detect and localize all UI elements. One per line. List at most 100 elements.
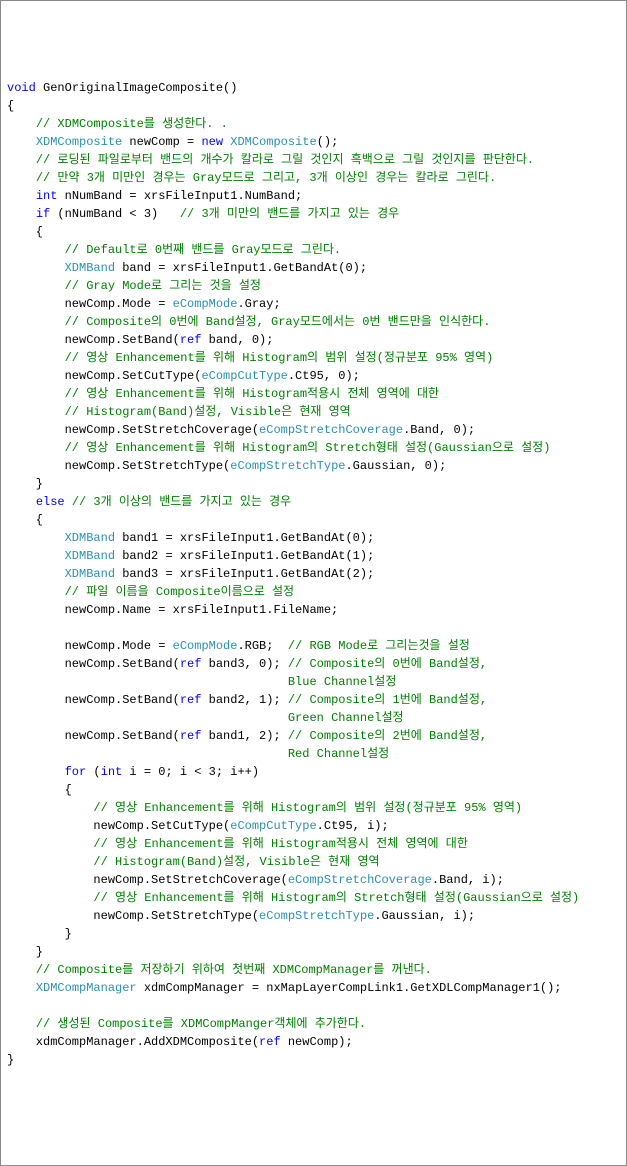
code-token: newComp.SetBand(: [7, 729, 180, 743]
code-token: newComp.Mode =: [7, 639, 173, 653]
code-token: [7, 117, 36, 131]
code-token: }: [7, 927, 72, 941]
code-token: [7, 495, 36, 509]
code-line: int nNumBand = xrsFileInput1.NumBand;: [7, 187, 620, 205]
code-token: newComp.SetStretchType(: [7, 909, 259, 923]
code-token: // 3개 미만의 밴드를 가지고 있는 경우: [180, 207, 399, 221]
code-token: // Default로 0번째 밴드를 Gray모드로 그린다.: [65, 243, 342, 257]
code-token: band3 = xrsFileInput1.GetBandAt(2);: [115, 567, 374, 581]
code-token: [7, 747, 288, 761]
code-token: (: [86, 765, 100, 779]
code-line: {: [7, 97, 620, 115]
code-token: [7, 171, 36, 185]
code-token: // 영상 Enhancement를 위해 Histogram의 범위 설정(정…: [65, 351, 494, 365]
code-line: // 영상 Enhancement를 위해 Histogram의 범위 설정(정…: [7, 799, 620, 817]
code-line: }: [7, 925, 620, 943]
code-token: eCompMode: [173, 297, 238, 311]
code-line: void GenOriginalImageComposite(): [7, 79, 620, 97]
code-token: band, 0);: [201, 333, 273, 347]
code-token: [65, 495, 72, 509]
code-token: eCompCutType: [201, 369, 287, 383]
code-token: band2, 1);: [201, 693, 287, 707]
code-token: }: [7, 1053, 14, 1067]
code-token: .Ct95, i);: [317, 819, 389, 833]
code-line: // Gray Mode로 그리는 것을 설정: [7, 277, 620, 295]
code-line: // 생성된 Composite를 XDMCompManger객체에 추가한다.: [7, 1015, 620, 1033]
code-line: if (nNumBand < 3) // 3개 미만의 밴드를 가지고 있는 경…: [7, 205, 620, 223]
code-token: newComp.SetStretchCoverage(: [7, 873, 288, 887]
code-token: // XDMComposite를 생성한다. .: [36, 117, 228, 131]
code-token: XDMComposite: [230, 135, 316, 149]
code-token: (nNumBand < 3): [50, 207, 180, 221]
code-line: XDMComposite newComp = new XDMComposite(…: [7, 133, 620, 151]
code-token: XDMBand: [65, 549, 115, 563]
code-line: newComp.SetStretchCoverage(eCompStretchC…: [7, 871, 620, 889]
code-token: [7, 549, 65, 563]
code-line: // Default로 0번째 밴드를 Gray모드로 그린다.: [7, 241, 620, 259]
code-token: // 만약 3개 미만인 경우는 Gray모드로 그리고, 3개 이상인 경우는…: [36, 171, 496, 185]
code-line: // 영상 Enhancement를 위해 Histogram의 Stretch…: [7, 889, 620, 907]
code-line: newComp.SetBand(ref band2, 1); // Compos…: [7, 691, 620, 709]
code-token: // 로딩된 파일로부터 밴드의 개수가 칼라로 그릴 것인지 흑백으로 그릴 …: [36, 153, 534, 167]
code-line: Blue Channel설정: [7, 673, 620, 691]
code-token: [7, 153, 36, 167]
code-token: band1 = xrsFileInput1.GetBandAt(0);: [115, 531, 374, 545]
code-line: {: [7, 223, 620, 241]
code-token: // 영상 Enhancement를 위해 Histogram적용시 전체 영역…: [93, 837, 467, 851]
code-token: if: [36, 207, 50, 221]
code-token: ref: [180, 333, 202, 347]
code-token: // 파일 이름을 Composite이름으로 설정: [65, 585, 294, 599]
code-token: eCompCutType: [230, 819, 316, 833]
code-token: Blue Channel설정: [288, 675, 397, 689]
code-token: band2 = xrsFileInput1.GetBandAt(1);: [115, 549, 374, 563]
code-token: // Gray Mode로 그리는 것을 설정: [65, 279, 261, 293]
code-line: newComp.SetBand(ref band1, 2); // Compos…: [7, 727, 620, 745]
code-token: // Histogram(Band)설정, Visible은 현재 영역: [65, 405, 351, 419]
code-line: newComp.SetStretchCoverage(eCompStretchC…: [7, 421, 620, 439]
code-token: [7, 387, 65, 401]
code-token: [7, 675, 288, 689]
code-token: newComp.SetStretchCoverage(: [7, 423, 259, 437]
code-token: ref: [180, 729, 202, 743]
code-line: // 파일 이름을 Composite이름으로 설정: [7, 583, 620, 601]
code-token: newComp.Mode =: [7, 297, 173, 311]
code-token: i = 0; i < 3; i++): [122, 765, 259, 779]
code-token: [7, 567, 65, 581]
code-token: // Composite의 1번에 Band설정,: [288, 693, 487, 707]
code-token: ();: [317, 135, 339, 149]
code-token: ref: [180, 657, 202, 671]
code-token: XDMBand: [65, 567, 115, 581]
code-line: newComp.Mode = eCompMode.RGB; // RGB Mod…: [7, 637, 620, 655]
code-token: }: [7, 945, 43, 959]
code-line: Green Channel설정: [7, 709, 620, 727]
code-token: // 영상 Enhancement를 위해 Histogram의 Stretch…: [93, 891, 579, 905]
code-line: XDMBand band = xrsFileInput1.GetBandAt(0…: [7, 259, 620, 277]
code-line: newComp.SetCutType(eCompCutType.Ct95, 0)…: [7, 367, 620, 385]
code-token: [7, 207, 36, 221]
code-token: // 3개 이상의 밴드를 가지고 있는 경우: [72, 495, 291, 509]
code-token: [7, 189, 36, 203]
code-token: // 영상 Enhancement를 위해 Histogram의 범위 설정(정…: [93, 801, 522, 815]
code-token: [7, 1017, 36, 1031]
code-line: // XDMComposite를 생성한다. .: [7, 115, 620, 133]
code-token: [7, 711, 288, 725]
code-token: XDMBand: [65, 261, 115, 275]
code-line: // 영상 Enhancement를 위해 Histogram적용시 전체 영역…: [7, 385, 620, 403]
code-token: {: [7, 99, 14, 113]
code-line: newComp.SetCutType(eCompCutType.Ct95, i)…: [7, 817, 620, 835]
code-line: newComp.SetStretchType(eCompStretchType.…: [7, 457, 620, 475]
code-line: }: [7, 943, 620, 961]
code-token: newComp.SetBand(: [7, 657, 180, 671]
code-line: [7, 997, 620, 1015]
code-line: XDMBand band3 = xrsFileInput1.GetBandAt(…: [7, 565, 620, 583]
code-token: XDMCompManager: [36, 981, 137, 995]
code-token: [7, 585, 65, 599]
code-token: // 생성된 Composite를 XDMCompManger객체에 추가한다.: [36, 1017, 366, 1031]
code-token: eCompMode: [173, 639, 238, 653]
code-token: newComp);: [281, 1035, 353, 1049]
code-token: // 영상 Enhancement를 위해 Histogram적용시 전체 영역…: [65, 387, 439, 401]
code-token: // Composite의 0번에 Band설정,: [288, 657, 487, 671]
code-token: [7, 261, 65, 275]
code-token: .Ct95, 0);: [288, 369, 360, 383]
code-token: [7, 315, 65, 329]
